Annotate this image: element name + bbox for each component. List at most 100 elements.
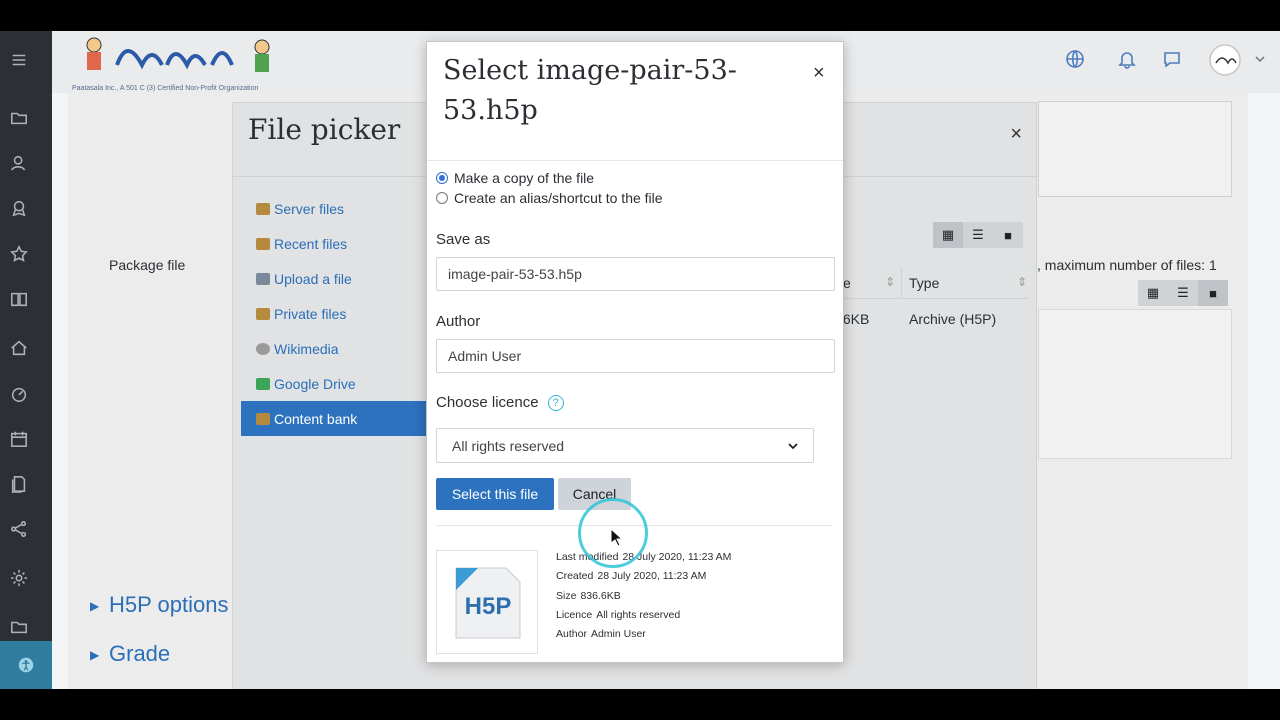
chevron-right-icon: ▶ bbox=[90, 648, 100, 662]
meta-key: Author bbox=[556, 628, 587, 640]
file-thumbnail: H5P bbox=[436, 550, 538, 654]
alias-option-label: Create an alias/shortcut to the file bbox=[454, 190, 663, 206]
meta-key: Created bbox=[556, 570, 594, 582]
screen: Paatasala Inc., A 501 C (3) Certified No… bbox=[0, 31, 1280, 689]
repo-recent-files[interactable]: Recent files bbox=[241, 226, 426, 261]
upload-icon bbox=[256, 272, 270, 285]
user-avatar[interactable] bbox=[1208, 43, 1268, 77]
tree-view-button[interactable]: ■ bbox=[993, 222, 1023, 248]
copy-radio[interactable] bbox=[436, 172, 448, 184]
meta-value: Admin User bbox=[590, 628, 646, 640]
repo-label: Server files bbox=[274, 200, 345, 217]
meta-size: Size 836.6KB bbox=[556, 590, 621, 602]
divider bbox=[427, 160, 843, 161]
repo-content-bank[interactable]: Content bank bbox=[241, 401, 426, 436]
meta-key: Licence bbox=[556, 609, 593, 621]
icon-view-button[interactable]: ▦ bbox=[933, 222, 963, 248]
site-logo[interactable]: Paatasala Inc., A 501 C (3) Certified No… bbox=[72, 35, 302, 92]
logo-caption: Paatasala Inc., A 501 C (3) Certified No… bbox=[72, 85, 259, 92]
repo-wikimedia[interactable]: Wikimedia bbox=[241, 331, 426, 366]
repo-label: Content bank bbox=[274, 410, 358, 427]
alias-radio[interactable] bbox=[436, 192, 448, 204]
folder-icon[interactable] bbox=[8, 107, 30, 129]
repo-server-files[interactable]: Server files bbox=[241, 191, 426, 226]
repo-label: Recent files bbox=[274, 235, 348, 252]
copy-option-label: Make a copy of the file bbox=[454, 170, 595, 186]
repo-google-drive[interactable]: Google Drive bbox=[241, 366, 426, 401]
repo-private-files[interactable]: Private files bbox=[241, 296, 426, 331]
select-file-dialog: Select image-pair-53-53.h5p × Make a cop… bbox=[426, 41, 844, 663]
file-picker-title: File picker bbox=[248, 113, 401, 146]
h5p-options-link[interactable]: H5P options bbox=[109, 592, 228, 618]
meta-licence: Licence All rights reserved bbox=[556, 609, 680, 621]
type-column-header[interactable]: Type bbox=[909, 275, 939, 291]
share-icon[interactable] bbox=[8, 518, 30, 540]
google-drive-icon bbox=[256, 377, 270, 390]
letterbox-bottom bbox=[0, 689, 1280, 720]
user-icon[interactable] bbox=[8, 152, 30, 174]
files-icon[interactable] bbox=[8, 473, 30, 495]
close-icon[interactable]: × bbox=[813, 62, 825, 85]
licence-label-row: Choose licence ? bbox=[436, 394, 564, 412]
badge-icon[interactable] bbox=[8, 197, 30, 219]
dialog-title: Select image-pair-53-53.h5p bbox=[443, 55, 737, 126]
meta-last-modified: Last modified 28 July 2020, 11:23 AM bbox=[556, 551, 731, 563]
tree-view-button[interactable]: ■ bbox=[1198, 280, 1228, 306]
globe-icon[interactable] bbox=[1065, 49, 1091, 75]
author-input[interactable]: Admin User bbox=[436, 339, 835, 373]
copy-option[interactable]: Make a copy of the file bbox=[436, 168, 594, 188]
help-icon[interactable]: ? bbox=[547, 395, 564, 412]
table-header: e ⇕ Type ⇕ bbox=[839, 267, 1029, 299]
logo-graphic bbox=[86, 37, 270, 72]
save-as-label: Save as bbox=[436, 231, 491, 248]
repo-label: Google Drive bbox=[274, 375, 356, 392]
meta-value: 28 July 2020, 11:23 AM bbox=[597, 570, 707, 582]
bell-icon[interactable] bbox=[1117, 49, 1143, 75]
chat-icon[interactable] bbox=[1162, 49, 1188, 75]
accessibility-icon[interactable] bbox=[0, 641, 52, 689]
wikimedia-icon bbox=[256, 342, 270, 355]
list-view-button[interactable]: ☰ bbox=[1168, 280, 1198, 306]
type-cell: Archive (H5P) bbox=[909, 311, 997, 327]
alias-option[interactable]: Create an alias/shortcut to the file bbox=[436, 188, 663, 208]
menu-icon[interactable] bbox=[8, 49, 30, 71]
package-file-label: Package file bbox=[109, 257, 186, 273]
licence-select[interactable]: All rights reserved bbox=[436, 428, 814, 463]
star-icon[interactable] bbox=[8, 243, 30, 265]
sort-icon: ⇕ bbox=[885, 275, 896, 289]
meta-key: Size bbox=[556, 590, 577, 602]
meta-created: Created 28 July 2020, 11:23 AM bbox=[556, 570, 706, 582]
save-as-input[interactable]: image-pair-53-53.h5p bbox=[436, 257, 835, 291]
meta-value: All rights reserved bbox=[596, 609, 681, 621]
licence-label: Choose licence bbox=[436, 394, 539, 411]
divider bbox=[901, 267, 902, 299]
moodle-icon bbox=[256, 202, 270, 215]
table-row[interactable]: .6KB Archive (H5P) bbox=[839, 303, 1029, 333]
chevron-down-icon bbox=[788, 442, 798, 449]
settings-icon[interactable] bbox=[8, 567, 30, 589]
moodle-icon bbox=[256, 412, 270, 425]
dashboard-icon[interactable] bbox=[8, 383, 30, 405]
chevron-right-icon: ▶ bbox=[90, 599, 100, 613]
folder-icon[interactable] bbox=[8, 616, 30, 638]
size-column-header[interactable]: e bbox=[843, 275, 851, 291]
meta-value: 836.6KB bbox=[580, 590, 621, 602]
repo-upload-file[interactable]: Upload a file bbox=[241, 261, 426, 296]
home-icon[interactable] bbox=[8, 337, 30, 359]
list-view-button[interactable]: ☰ bbox=[963, 222, 993, 248]
repo-label: Upload a file bbox=[274, 270, 352, 287]
close-icon[interactable]: × bbox=[1010, 123, 1022, 146]
calendar-icon[interactable] bbox=[8, 428, 30, 450]
icon-view-button[interactable]: ▦ bbox=[1138, 280, 1168, 306]
file-drop-area[interactable] bbox=[1038, 309, 1232, 459]
textarea-field[interactable] bbox=[1038, 101, 1232, 197]
book-icon[interactable] bbox=[8, 288, 30, 310]
grade-link[interactable]: Grade bbox=[109, 641, 170, 667]
licence-selected-value: All rights reserved bbox=[452, 437, 565, 454]
mouse-cursor-icon bbox=[610, 528, 622, 546]
moodle-icon bbox=[256, 307, 270, 320]
repo-label: Wikimedia bbox=[274, 340, 339, 357]
left-rail bbox=[0, 31, 52, 689]
select-this-file-button[interactable]: Select this file bbox=[436, 478, 554, 510]
repo-label: Private files bbox=[274, 305, 347, 322]
